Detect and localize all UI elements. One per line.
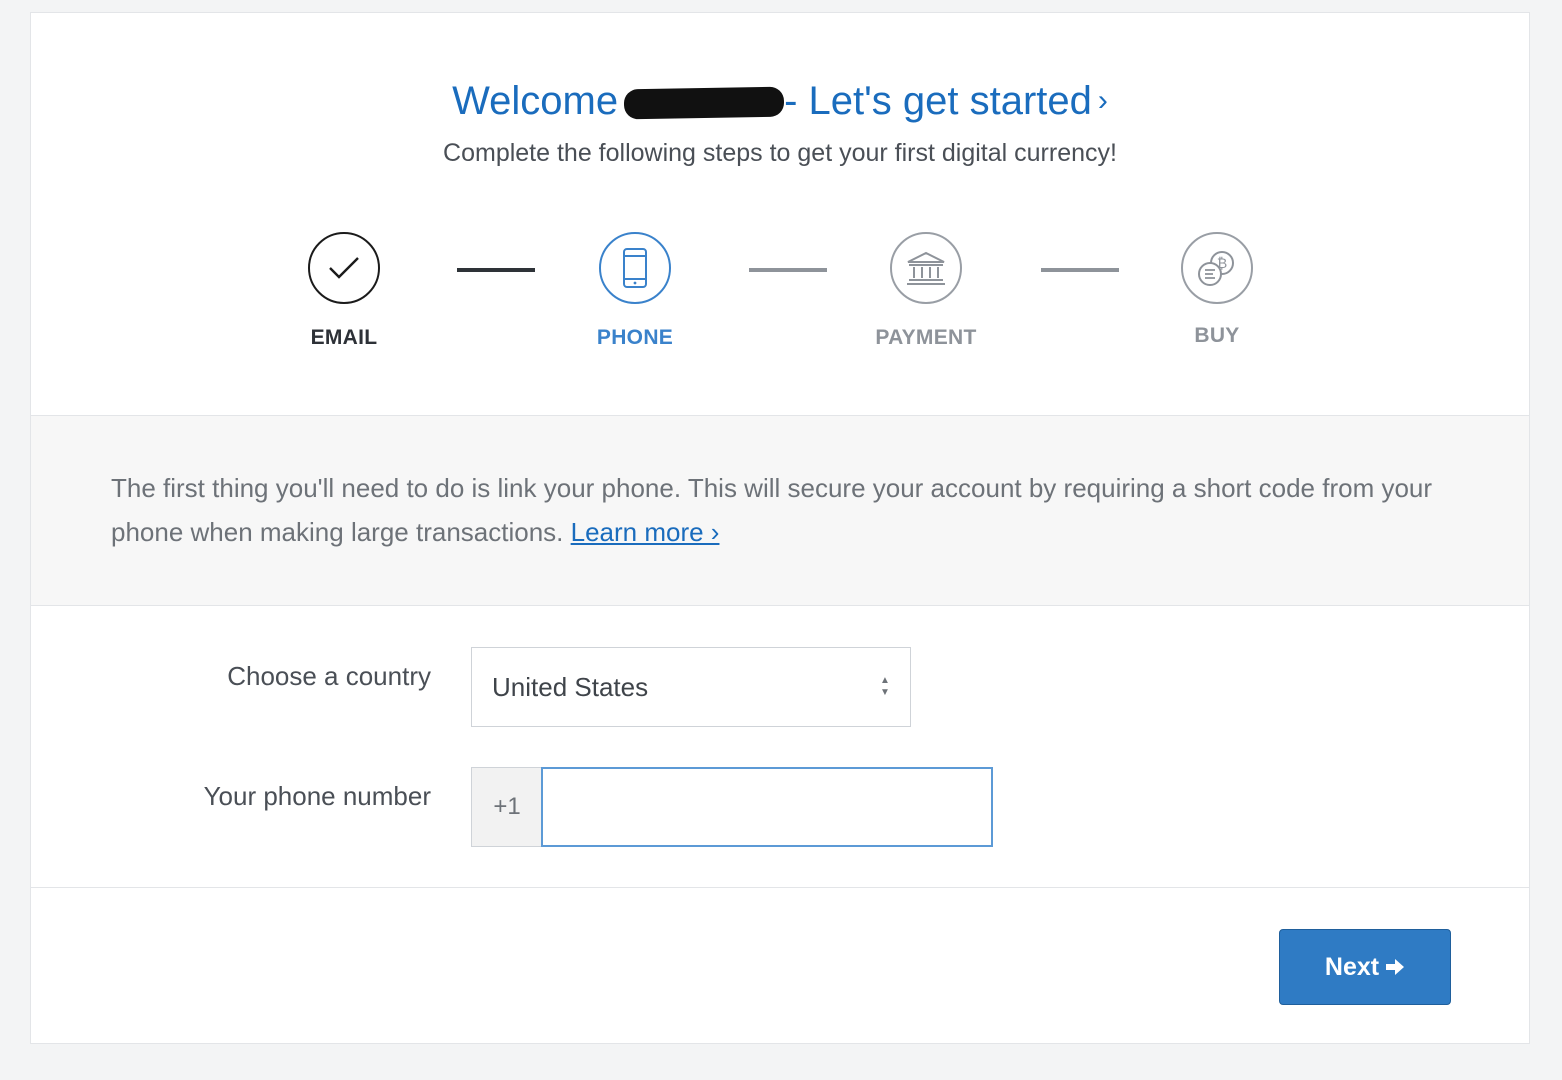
title-suffix: - Let's get started	[784, 79, 1092, 123]
next-button[interactable]: Next	[1279, 929, 1451, 1005]
country-select-value: United States	[492, 672, 649, 702]
phone-label: Your phone number	[203, 781, 431, 811]
page-title[interactable]: Welcome - Let's get started ›	[31, 77, 1529, 125]
step-payment: PAYMENT	[856, 232, 996, 350]
step-label-phone: PHONE	[596, 326, 674, 349]
phone-prefix: +1	[471, 767, 542, 847]
step-label-buy: BUY	[1194, 324, 1240, 347]
phone-form: Choose a country United States ▲ ▼ Your p…	[31, 606, 1529, 888]
bitcoin-coins-icon: ₿	[1181, 232, 1253, 304]
step-phone: PHONE	[565, 232, 705, 350]
info-text: The first thing you'll need to do is lin…	[111, 466, 1451, 554]
checkmark-icon	[308, 232, 380, 304]
step-buy: ₿ BUY	[1147, 232, 1287, 348]
arrow-right-icon	[1385, 958, 1405, 976]
redacted-username	[623, 86, 785, 120]
onboarding-card: Welcome - Let's get started › Complete the…	[30, 12, 1530, 1044]
bank-icon	[890, 232, 962, 304]
onboarding-header: Welcome - Let's get started › Complete the…	[31, 13, 1529, 415]
mobile-phone-icon	[599, 232, 671, 304]
step-connector	[1041, 268, 1119, 272]
info-message: The first thing you'll need to do is lin…	[111, 473, 1433, 547]
step-connector	[457, 268, 535, 272]
country-select[interactable]: United States ▲ ▼	[471, 647, 911, 727]
form-footer: Next	[31, 887, 1529, 1044]
title-prefix: Welcome	[452, 79, 619, 123]
phone-number-input[interactable]	[541, 767, 993, 847]
step-label-payment: PAYMENT	[875, 326, 977, 349]
page-subtitle: Complete the following steps to get your…	[443, 139, 1117, 167]
step-email: EMAIL	[274, 232, 414, 350]
country-label: Choose a country	[227, 661, 431, 691]
info-panel: The first thing you'll need to do is lin…	[31, 415, 1529, 606]
step-label-email: EMAIL	[310, 326, 378, 349]
learn-more-link[interactable]: Learn more ›	[571, 517, 720, 547]
select-arrows-icon: ▲ ▼	[880, 675, 890, 698]
step-connector	[749, 268, 827, 272]
chevron-right-icon: ›	[1097, 84, 1108, 117]
next-button-label: Next	[1324, 952, 1380, 981]
